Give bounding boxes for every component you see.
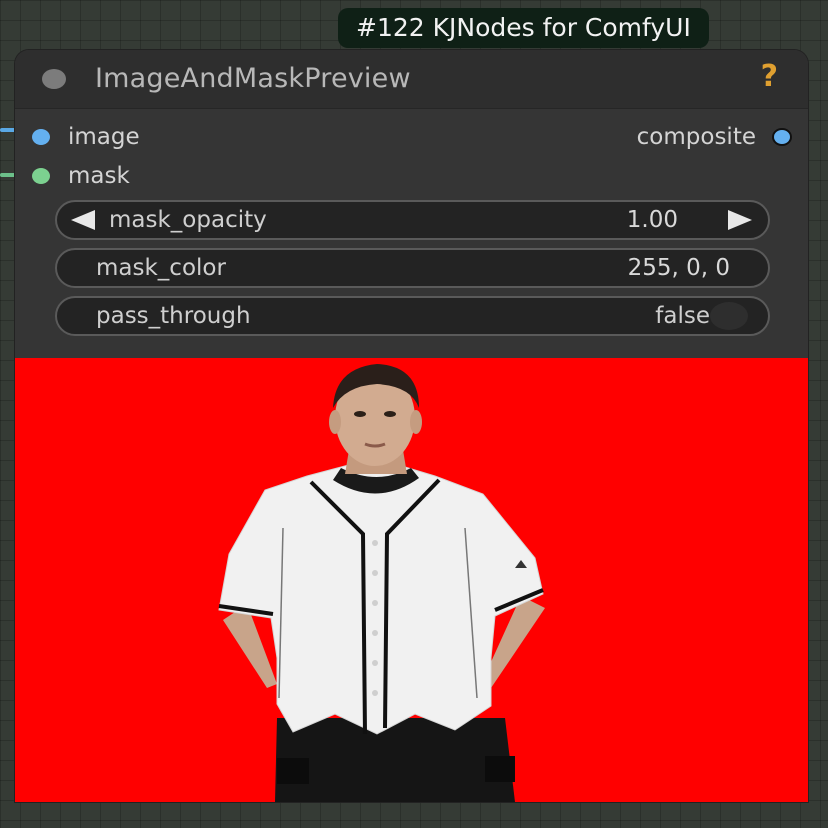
pass-through-toggle[interactable]: pass_through false — [55, 296, 770, 336]
node-source-badge: #122 KJNodes for ComfyUI — [338, 8, 709, 48]
canvas-edge — [0, 0, 4, 828]
image-input-label: image — [68, 124, 140, 150]
node-header[interactable]: ImageAndMaskPreview ? — [15, 50, 808, 109]
composite-output-slot-icon[interactable] — [772, 128, 792, 146]
image-and-mask-preview-node[interactable]: ImageAndMaskPreview ? image mask composi… — [15, 50, 808, 802]
mask-input-slot-icon[interactable] — [32, 168, 50, 184]
collapse-toggle-icon[interactable] — [42, 69, 66, 89]
decrement-arrow-icon[interactable] — [71, 210, 95, 230]
mask-opacity-value[interactable]: 1.00 — [627, 202, 678, 238]
increment-arrow-icon[interactable] — [728, 210, 752, 230]
pass-through-value: false — [655, 303, 710, 329]
mask-opacity-label: mask_opacity — [109, 207, 267, 233]
help-icon[interactable]: ? — [761, 58, 778, 96]
mask-input-label: mask — [68, 163, 130, 189]
mask-opacity-widget[interactable]: mask_opacity 1.00 — [55, 200, 770, 240]
mask-color-value[interactable]: 255, 0, 0 — [628, 250, 730, 286]
preview-image — [15, 358, 808, 802]
mask-color-label: mask_color — [96, 255, 226, 281]
toggle-knob-icon[interactable] — [710, 302, 748, 330]
mask-color-widget[interactable]: mask_color 255, 0, 0 — [55, 248, 770, 288]
pass-through-label: pass_through — [96, 303, 251, 329]
image-input-slot-icon[interactable] — [32, 129, 50, 145]
composite-output-label: composite — [636, 124, 756, 150]
person-figure — [15, 358, 808, 802]
node-title: ImageAndMaskPreview — [95, 63, 411, 94]
